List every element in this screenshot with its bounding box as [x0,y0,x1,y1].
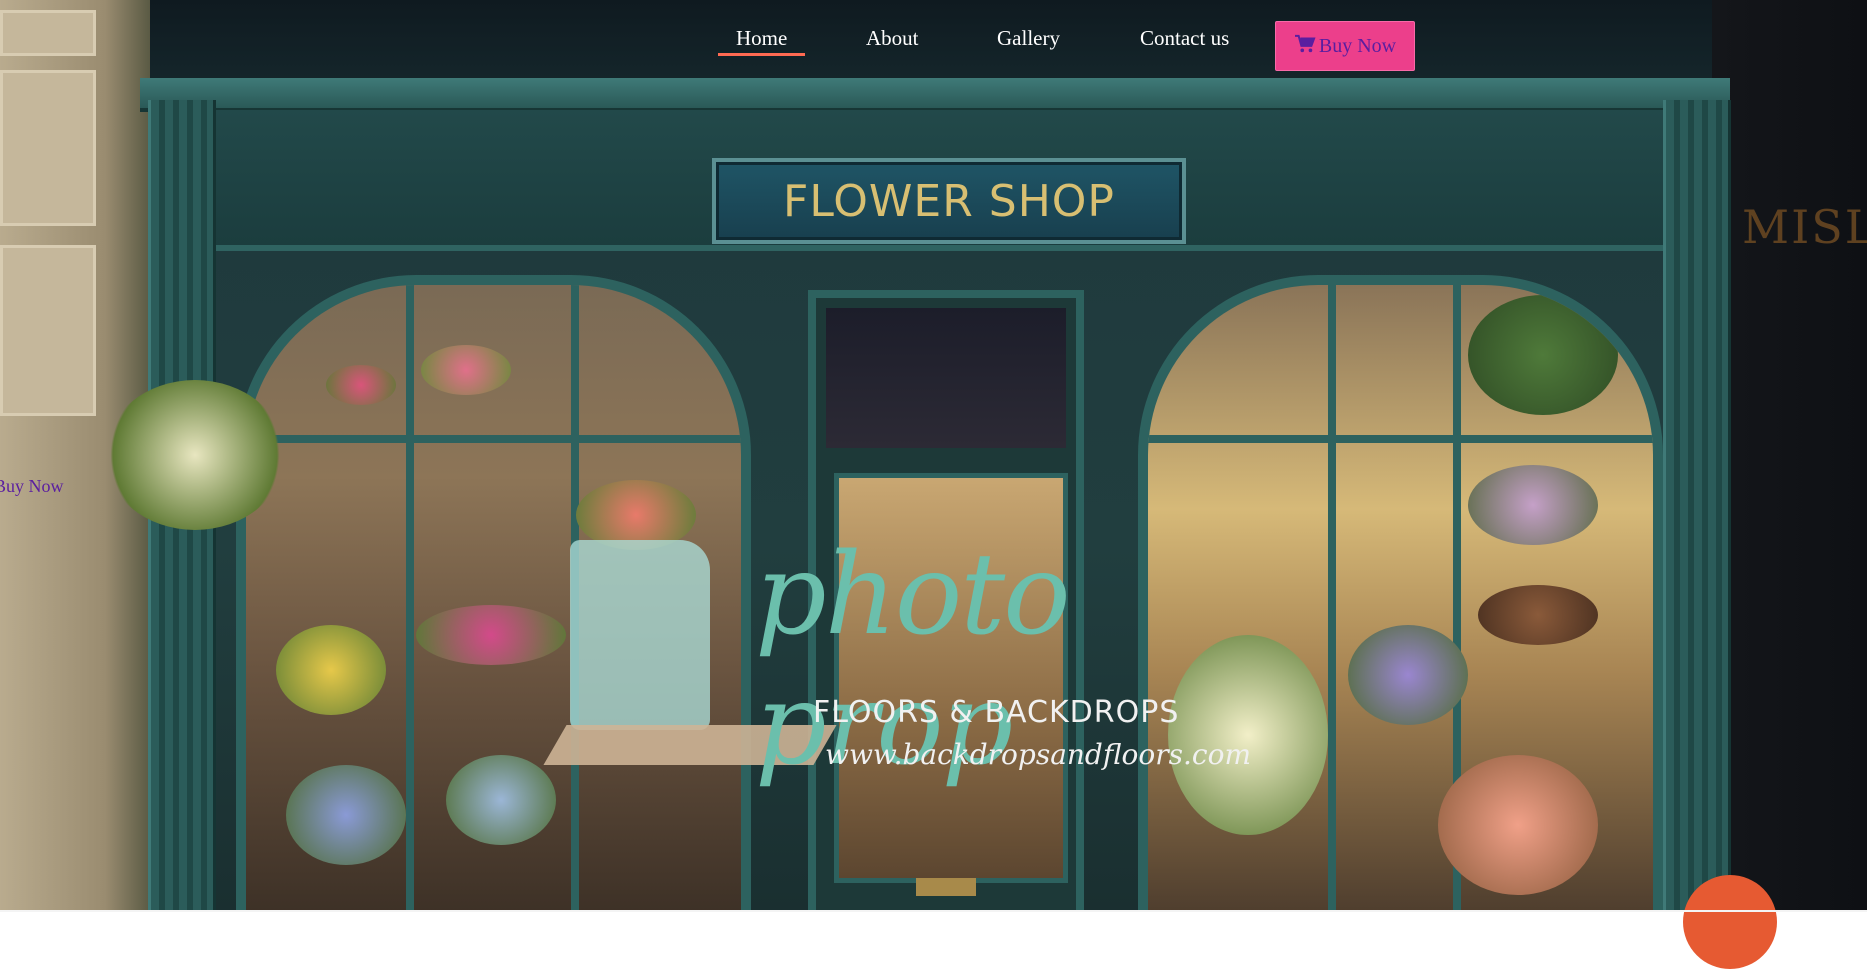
left-shop-window [236,275,751,910]
nav-contact-us[interactable]: Contact us [1140,26,1229,51]
top-navigation: Home About Gallery Contact us Buy Now [0,0,1867,92]
flower-shop-sign: FLOWER SHOP [712,158,1186,244]
hanging-basket [105,380,285,530]
nav-home[interactable]: Home [717,26,806,56]
hero-background-image: MISL FLOWER SHOP photo prop FLOORS & BAC… [0,0,1867,910]
right-shop-window [1138,275,1663,910]
buy-now-label: Buy Now [1318,34,1397,57]
buy-now-button[interactable]: Buy Now [1275,21,1415,71]
door-mail-slot [916,878,976,896]
right-building: MISL [1712,0,1867,910]
right-pillar [1663,100,1731,910]
side-buy-now-link[interactable]: Buy Now [0,476,64,497]
nav-gallery[interactable]: Gallery [997,26,1060,51]
floating-action-button[interactable] [1683,875,1777,969]
sign-text: FLOWER SHOP [783,175,1115,227]
right-building-sign: MISL [1742,200,1867,254]
shop-door [808,290,1084,910]
nav-about[interactable]: About [866,26,919,51]
cart-icon [1294,34,1316,59]
